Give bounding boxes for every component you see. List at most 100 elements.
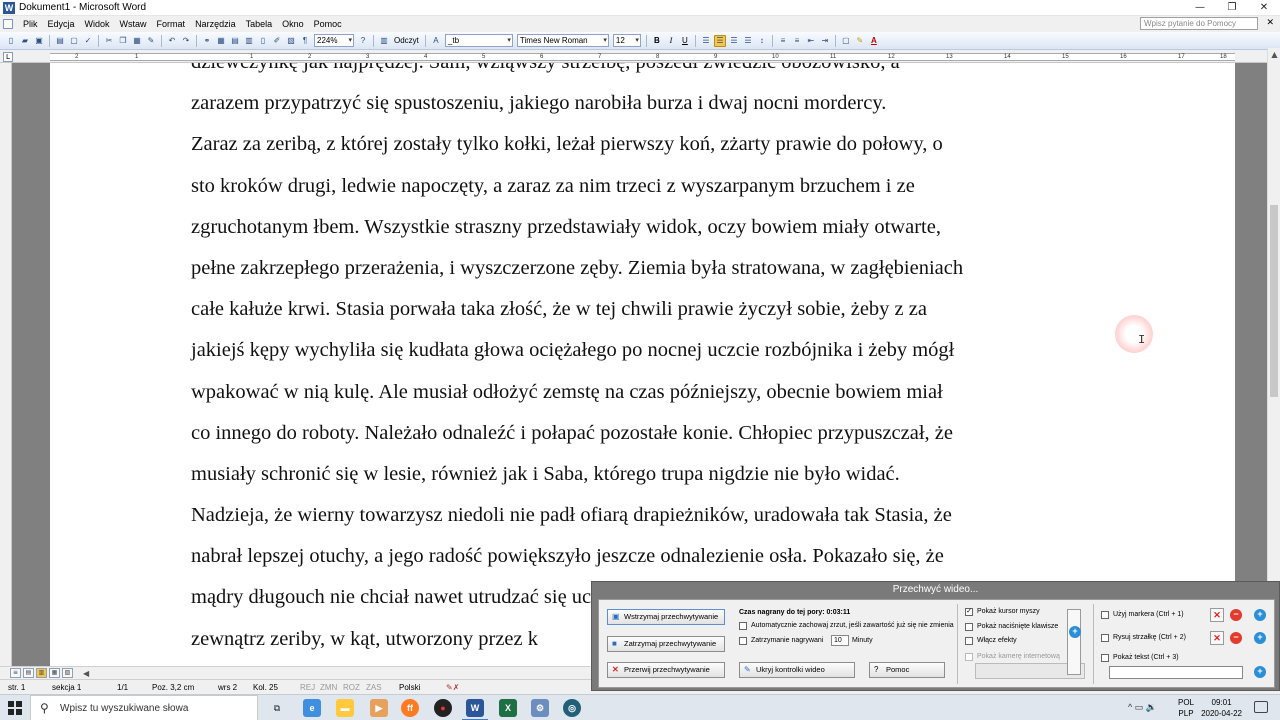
maximize-button[interactable]: ❐ [1216, 0, 1248, 16]
add-effect-icon[interactable]: + [1069, 626, 1081, 638]
menu-format[interactable]: Format [152, 19, 191, 29]
system-tray-icons[interactable]: ^ ▭ 🔉 [1128, 702, 1157, 713]
scroll-thumb[interactable] [1270, 205, 1278, 397]
text-line[interactable]: zgruchotanym łbem. Wszystkie straszny pr… [191, 207, 1111, 248]
close-document-icon[interactable]: ✕ [1266, 17, 1274, 28]
styles-pane-icon[interactable]: A [430, 35, 442, 47]
text-line[interactable]: Nadzieja, że wierny towarzysz niedoli ni… [191, 495, 1111, 536]
tool-icon[interactable]: ⚙ [531, 699, 549, 717]
text-line[interactable]: całe kałuże krwi. Stasia porwała taka zł… [191, 289, 1111, 330]
text-line[interactable]: dziewczynkę jak najprędzej. Sam, wziąwsz… [191, 63, 1111, 83]
copy-icon[interactable]: ❐ [117, 35, 129, 47]
outline-view-button[interactable]: ▦ [49, 668, 60, 678]
borders-icon[interactable]: ▢ [840, 35, 852, 47]
bold-button[interactable]: B [651, 35, 663, 47]
status-zas[interactable]: ZAS [366, 683, 382, 692]
normal-view-button[interactable]: ≡ [10, 668, 21, 678]
close-window-button[interactable]: ✕ [1248, 0, 1280, 16]
document-icon[interactable] [3, 19, 13, 29]
text-line[interactable]: zarazem przypatrzyć się spustoszeniu, ja… [191, 83, 1111, 124]
menu-plik[interactable]: Plik [18, 19, 43, 29]
highlight-icon[interactable]: ✎ [854, 35, 866, 47]
minutes-input[interactable]: 10 [831, 635, 849, 646]
camera-recorder-icon[interactable]: ● [434, 699, 452, 717]
menu-narzedzia[interactable]: Narzędzia [190, 19, 241, 29]
windows-start-icon[interactable] [8, 701, 22, 715]
text-line[interactable]: sto kroków drugi, ledwie napoczęty, a za… [191, 166, 1111, 207]
status-zmn[interactable]: ZMN [320, 683, 337, 692]
print-preview-icon[interactable]: ▢ [68, 35, 80, 47]
text-line[interactable]: nabrał lepszej otuchy, a jego radość pow… [191, 536, 1111, 577]
new-document-icon[interactable]: ▯ [5, 35, 17, 47]
spelling-icon[interactable]: ✓ [82, 35, 94, 47]
scroll-left-icon[interactable]: ◀ [83, 669, 89, 678]
effects-add-box[interactable] [1067, 609, 1081, 675]
drawing-icon[interactable]: ✐ [271, 35, 283, 47]
text-add-icon[interactable]: + [1254, 666, 1266, 678]
align-right-icon[interactable]: ☰ [728, 35, 740, 47]
taskbar-search[interactable]: ⚲ Wpisz tu wyszukiwane słowa [30, 695, 258, 720]
status-language[interactable]: Polski [399, 683, 420, 692]
font-combo[interactable]: Times New Roman [516, 34, 609, 47]
format-painter-icon[interactable]: ✎ [145, 35, 157, 47]
status-roz[interactable]: ROZ [343, 683, 360, 692]
numbering-icon[interactable]: ≡ [777, 35, 789, 47]
text-line[interactable]: pełne zakrzepłego przerażenia, i wyszcze… [191, 248, 1111, 289]
draw-arrow-checkbox[interactable] [1101, 634, 1109, 642]
read-mode-button[interactable]: Odczyt [391, 36, 422, 45]
underline-button[interactable]: U [679, 35, 691, 47]
insert-excel-icon[interactable]: ▥ [243, 35, 255, 47]
auto-save-checkbox[interactable] [739, 622, 747, 630]
web-view-button[interactable]: ▤ [23, 668, 34, 678]
print-icon[interactable]: ▤ [54, 35, 66, 47]
overlay-text-input[interactable] [1109, 666, 1243, 679]
scroll-up-icon[interactable]: ▲ [1268, 48, 1280, 61]
show-text-checkbox[interactable] [1101, 654, 1109, 662]
read-mode-icon[interactable]: ▥ [378, 35, 390, 47]
hide-controls-button[interactable]: ✎ Ukryj kontrolki wideo [739, 662, 855, 678]
line-spacing-icon[interactable]: ↕ [756, 35, 768, 47]
vertical-scrollbar[interactable]: ▲ [1267, 48, 1280, 666]
menu-pomoc[interactable]: Pomoc [309, 19, 347, 29]
microsoft-edge-icon[interactable]: e [303, 699, 321, 717]
decrease-indent-icon[interactable]: ⇤ [805, 35, 817, 47]
menu-tabela[interactable]: Tabela [241, 19, 278, 29]
use-marker-checkbox[interactable] [1101, 611, 1109, 619]
firefox-icon[interactable]: ff [401, 699, 419, 717]
input-language[interactable]: POL PLP [1178, 697, 1194, 719]
media-player-icon[interactable]: ▶ [370, 699, 388, 717]
hyperlink-icon[interactable]: ⚭ [201, 35, 213, 47]
stop-capture-button[interactable]: ■ Zatrzymaj przechwytywanie [607, 636, 725, 652]
abort-capture-button[interactable]: ✕ Przerwij przechwytywanie [607, 662, 725, 678]
taskbar-clock[interactable]: 09:01 2020-04-22 [1201, 697, 1242, 719]
enable-effects-checkbox[interactable] [965, 637, 973, 645]
show-keys-checkbox[interactable] [965, 623, 973, 631]
text-line[interactable]: co innego do roboty. Należało odnaleźć i… [191, 413, 1111, 454]
save-icon[interactable]: ▣ [33, 35, 45, 47]
redo-icon[interactable]: ↷ [180, 35, 192, 47]
insert-table-icon[interactable]: ▤ [229, 35, 241, 47]
show-cursor-checkbox[interactable]: ✓ [965, 608, 973, 616]
document-page[interactable]: dziewczynkę jak najprędzej. Sam, wziąwsz… [50, 63, 1235, 666]
bullets-icon[interactable]: ≡ [791, 35, 803, 47]
align-left-icon[interactable]: ☰ [700, 35, 712, 47]
show-camera-checkbox[interactable] [965, 653, 973, 661]
show-hide-icon[interactable]: ¶ [299, 35, 311, 47]
style-combo[interactable]: _tb [444, 34, 513, 47]
text-line[interactable]: wpakować w nią kulę. Ale musiał odłożyć … [191, 372, 1111, 413]
text-line[interactable]: jakiejś kępy wychyliła się kudłata głowa… [191, 330, 1111, 371]
arrow-clear-icon[interactable]: ✕ [1210, 631, 1224, 645]
justify-icon[interactable]: ☰ [742, 35, 754, 47]
align-center-icon[interactable]: ☰ [713, 34, 726, 47]
help-question-input[interactable]: Wpisz pytanie do Pomocy [1140, 17, 1258, 30]
increase-indent-icon[interactable]: ⇥ [819, 35, 831, 47]
task-view-icon[interactable]: ⧉ [268, 699, 286, 717]
word-taskbar-icon[interactable]: W [462, 699, 488, 720]
reading-view-button[interactable]: ▧ [62, 668, 73, 678]
status-rej[interactable]: REJ [300, 683, 315, 692]
arrow-add-icon[interactable]: + [1254, 632, 1266, 644]
tables-borders-icon[interactable]: ▦ [215, 35, 227, 47]
font-color-icon[interactable]: A [868, 35, 880, 47]
help-button[interactable]: ? Pomoc [869, 662, 945, 678]
text-line[interactable]: Zaraz za zeribą, z której zostały tylko … [191, 124, 1111, 165]
